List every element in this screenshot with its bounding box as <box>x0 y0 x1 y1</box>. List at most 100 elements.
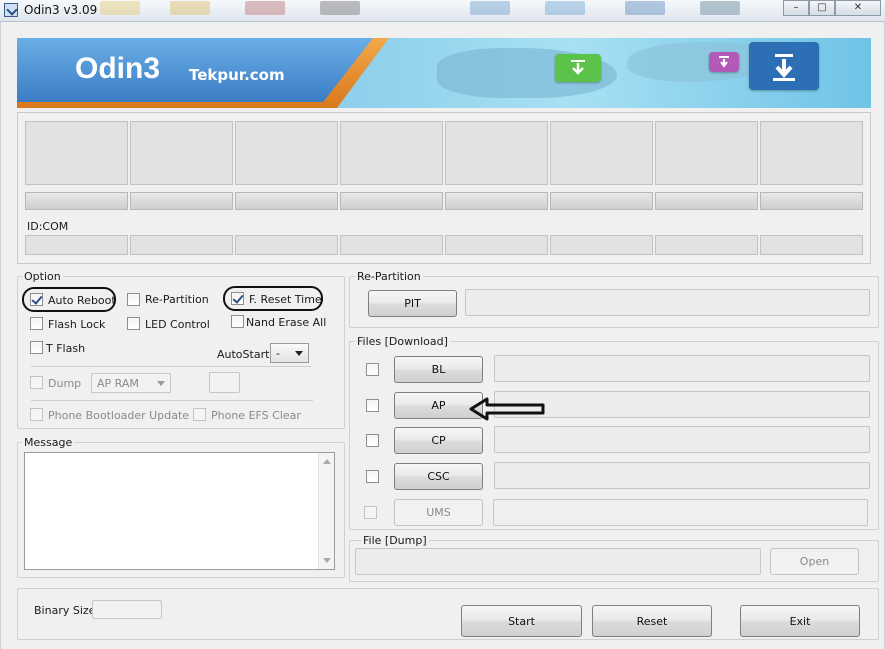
phone-bootloader-update-label: Phone Bootloader Update <box>48 409 190 422</box>
led-control-checkbox[interactable] <box>127 317 140 330</box>
com-port-field <box>550 235 653 255</box>
com-port-field <box>25 235 128 255</box>
bl-checkbox[interactable] <box>366 363 379 376</box>
annotation-circle <box>22 287 116 312</box>
background-taskbar-strip <box>625 1 665 15</box>
background-taskbar-strip <box>320 1 360 15</box>
slot-progress-bar <box>445 192 548 210</box>
background-taskbar-strip <box>700 1 740 15</box>
slot-progress-bar <box>655 192 758 210</box>
divider <box>31 366 311 367</box>
odin-window: Odin3 Tekpur.com ID:COM Option Auto Rebo… <box>0 22 885 649</box>
background-taskbar-strip <box>245 1 285 15</box>
ap-checkbox[interactable] <box>366 399 379 412</box>
led-control-label: LED Control <box>145 318 210 331</box>
message-group-title: Message <box>22 436 75 449</box>
start-button[interactable]: Start <box>461 605 582 637</box>
com-port-field <box>445 235 548 255</box>
window-title: Odin3 v3.09 <box>24 3 98 17</box>
slot-progress-bar <box>130 192 233 210</box>
autostart-label: AutoStart <box>217 348 270 361</box>
annotation-arrow-icon <box>469 397 545 421</box>
com-port-field <box>130 235 233 255</box>
slot-panel <box>655 121 758 185</box>
message-scrollbar[interactable] <box>318 453 334 569</box>
pit-button[interactable]: PIT <box>368 290 457 317</box>
slot-panel <box>235 121 338 185</box>
background-taskbar-strip <box>100 1 140 15</box>
chevron-down-icon <box>157 381 165 386</box>
banner-site: Tekpur.com <box>189 66 285 84</box>
banner-brand: Odin3 <box>75 52 161 85</box>
dump-field[interactable] <box>209 372 240 393</box>
dump-type-dropdown[interactable]: AP RAM <box>91 373 171 393</box>
title-bar: Odin3 v3.09 – □ ✕ <box>0 0 885 22</box>
reset-button[interactable]: Reset <box>592 605 712 637</box>
cp-path-field[interactable] <box>494 426 870 453</box>
csc-path-field[interactable] <box>494 462 870 489</box>
slot-progress-bar <box>550 192 653 210</box>
annotation-circle <box>223 286 323 311</box>
background-taskbar-strip <box>545 1 585 15</box>
ums-button[interactable]: UMS <box>394 499 483 526</box>
nand-erase-all-label: Nand Erase All <box>246 316 327 329</box>
phone-bootloader-update-checkbox[interactable] <box>30 408 43 421</box>
close-button[interactable]: ✕ <box>835 0 881 16</box>
slot-panel <box>550 121 653 185</box>
download-bubble-icon <box>709 52 739 72</box>
id-com-label: ID:COM <box>27 220 69 233</box>
dump-type-value: AP RAM <box>97 377 139 390</box>
slot-progress-bar <box>760 192 863 210</box>
re-partition-label: Re-Partition <box>145 293 209 306</box>
ap-path-field[interactable] <box>494 391 870 418</box>
scroll-up-icon[interactable] <box>323 459 331 464</box>
re-partition-checkbox[interactable] <box>127 293 140 306</box>
slot-progress-bar <box>340 192 443 210</box>
nand-erase-all-checkbox[interactable] <box>231 315 244 328</box>
app-icon <box>4 3 18 17</box>
background-taskbar-strip <box>470 1 510 15</box>
autostart-dropdown[interactable]: - <box>270 343 309 363</box>
com-port-field <box>655 235 758 255</box>
device-slots: ID:COM <box>17 112 871 264</box>
divider <box>31 400 313 401</box>
slot-panel <box>25 121 128 185</box>
bl-path-field[interactable] <box>494 355 870 382</box>
message-log[interactable] <box>24 452 335 570</box>
slot-panel <box>445 121 548 185</box>
phone-efs-clear-checkbox[interactable] <box>193 408 206 421</box>
bl-button[interactable]: BL <box>394 356 483 383</box>
slot-panel <box>130 121 233 185</box>
slot-progress-bar <box>25 192 128 210</box>
cp-checkbox[interactable] <box>366 434 379 447</box>
maximize-button[interactable]: □ <box>809 0 835 16</box>
pit-path-field[interactable] <box>465 289 870 316</box>
option-group-title: Option <box>22 270 63 283</box>
download-bubble-icon <box>555 54 601 82</box>
chevron-down-icon <box>295 351 303 356</box>
scroll-down-icon[interactable] <box>323 558 331 563</box>
csc-button[interactable]: CSC <box>394 463 483 490</box>
dump-checkbox[interactable] <box>30 376 43 389</box>
slot-progress-bar <box>235 192 338 210</box>
exit-button[interactable]: Exit <box>740 605 860 637</box>
download-bubble-icon <box>749 42 819 90</box>
background-taskbar-strip <box>170 1 210 15</box>
com-port-field <box>340 235 443 255</box>
dump-path-field[interactable] <box>355 548 761 575</box>
t-flash-checkbox[interactable] <box>30 341 43 354</box>
cp-button[interactable]: CP <box>394 427 483 454</box>
minimize-button[interactable]: – <box>783 0 809 16</box>
ums-path-field[interactable] <box>493 499 868 526</box>
flash-lock-checkbox[interactable] <box>30 317 43 330</box>
binary-size-label: Binary Size <box>34 604 96 617</box>
re-partition-group-title: Re-Partition <box>355 270 423 283</box>
t-flash-label: T Flash <box>46 342 86 355</box>
slot-panel <box>340 121 443 185</box>
open-button[interactable]: Open <box>770 548 859 575</box>
phone-efs-clear-label: Phone EFS Clear <box>211 409 301 422</box>
ums-checkbox[interactable] <box>364 506 377 519</box>
csc-checkbox[interactable] <box>366 470 379 483</box>
binary-size-field <box>92 600 162 619</box>
autostart-value: - <box>276 347 280 360</box>
